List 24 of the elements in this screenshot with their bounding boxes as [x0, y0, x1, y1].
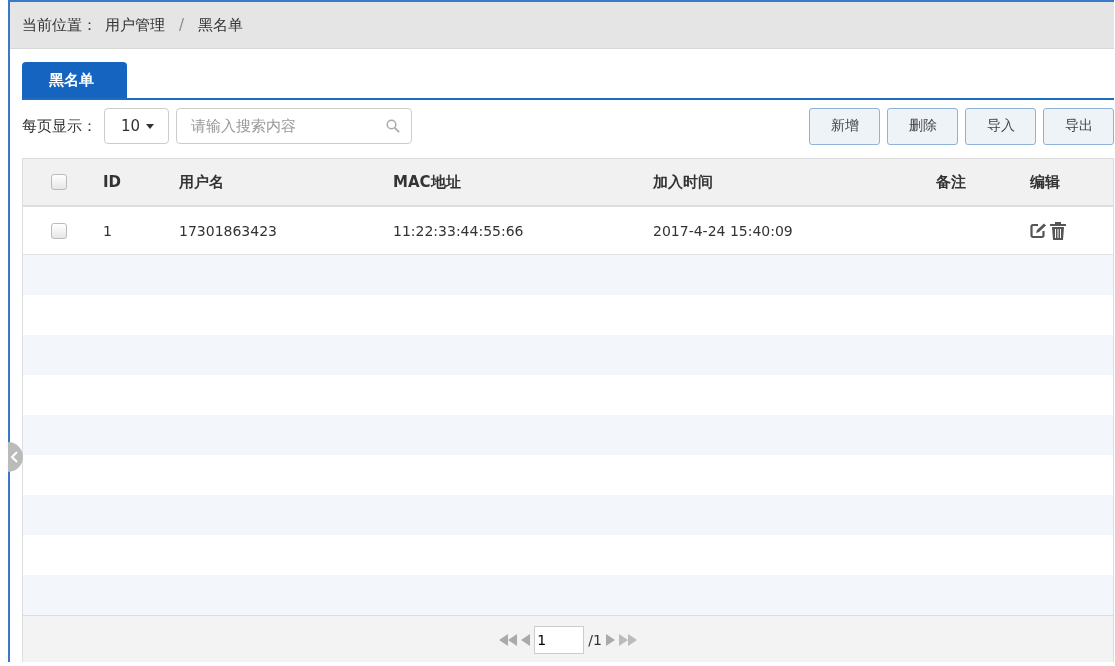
- table-cell-text: 17301863423: [179, 222, 278, 239]
- breadcrumb-item[interactable]: 用户管理: [105, 15, 165, 35]
- page-size-label: 每页显示：: [22, 116, 97, 136]
- table-cell-text: 2017-4-24 15:40:09: [653, 222, 794, 239]
- toolbar-button[interactable]: 导入: [965, 107, 1036, 145]
- breadcrumb-label: 当前位置：: [22, 15, 97, 35]
- breadcrumb-item: 黑名单: [198, 15, 244, 35]
- page-size-dropdown[interactable]: 10: [104, 108, 170, 144]
- table-cell-text: 11:22:33:44:55:66: [393, 222, 525, 239]
- column-header: 编辑: [1030, 172, 1061, 192]
- page-input[interactable]: 1: [534, 626, 585, 654]
- column-header: 备注: [936, 172, 967, 192]
- search-field[interactable]: 请输入搜索内容: [176, 108, 413, 144]
- tab[interactable]: 黑名单: [22, 62, 127, 98]
- column-header: 用户名: [179, 172, 225, 192]
- column-header: MAC地址: [393, 172, 462, 192]
- column-header: ID: [103, 173, 123, 191]
- toolbar-button[interactable]: 导出: [1043, 107, 1114, 145]
- page-total: /1: [588, 632, 602, 648]
- column-header: 加入时间: [653, 172, 714, 192]
- toolbar-button[interactable]: 新增: [809, 107, 880, 145]
- toolbar-button[interactable]: 删除: [887, 107, 958, 145]
- table-cell-text: 1: [103, 222, 113, 239]
- breadcrumb-separator: /: [179, 16, 185, 34]
